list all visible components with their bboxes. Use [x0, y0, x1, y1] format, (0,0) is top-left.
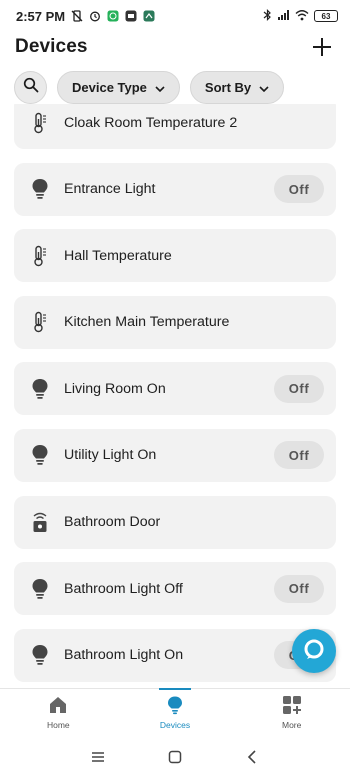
whatsapp-icon — [106, 10, 119, 23]
nav-devices-label: Devices — [159, 720, 191, 730]
vibrate-off-icon — [70, 10, 83, 23]
power-toggle-button[interactable]: Off — [274, 374, 324, 403]
app-icon-2 — [142, 10, 155, 23]
wifi-icon — [295, 9, 309, 24]
thermometer-icon — [30, 111, 50, 135]
thermometer-icon — [30, 310, 50, 334]
device-name: Utility Light On — [64, 447, 157, 464]
home-square-icon[interactable] — [163, 745, 187, 769]
back-icon[interactable] — [240, 745, 264, 769]
device-card[interactable]: Living Room On Off — [14, 362, 336, 416]
nav-more-label: More — [281, 720, 302, 730]
bluetooth-icon — [263, 8, 272, 24]
device-list: Cloak Room Temperature 2 Entrance Light Of… — [14, 104, 336, 688]
door-sensor-icon — [30, 510, 50, 534]
bulb-icon — [30, 577, 50, 601]
devices-bulb-icon — [165, 695, 185, 717]
device-card[interactable]: Cloak Room Temperature 2 — [14, 104, 336, 149]
nav-more[interactable]: More — [233, 689, 350, 736]
search-button[interactable] — [14, 70, 47, 104]
mobile-data-icon — [277, 9, 290, 24]
sort-by-label: Sort By — [204, 79, 252, 95]
device-card[interactable]: Entrance Light Off — [14, 162, 336, 216]
bulb-icon — [30, 643, 50, 667]
search-icon — [23, 77, 39, 98]
alexa-ring-icon — [302, 637, 326, 666]
bulb-icon — [30, 377, 50, 401]
status-left: 2:57 PM — [16, 9, 155, 24]
nav-devices[interactable]: Devices — [117, 689, 234, 736]
battery-icon: 63 — [314, 10, 338, 22]
system-nav-bar — [0, 736, 350, 777]
header: Devices — [0, 32, 350, 62]
filter-bar: Device Type Sort By — [0, 70, 350, 104]
bulb-icon — [30, 443, 50, 467]
grid-plus-icon — [282, 695, 302, 717]
device-name: Bathroom Light Off — [64, 580, 183, 597]
status-time: 2:57 PM — [16, 8, 66, 24]
device-card[interactable]: Bathroom Light Off Off — [14, 562, 336, 616]
nav-home-label: Home — [46, 720, 70, 730]
alarm-icon — [88, 10, 101, 23]
chevron-down-icon — [155, 80, 165, 95]
device-name: Kitchen Main Temperature — [64, 314, 230, 331]
bulb-icon — [30, 177, 50, 201]
thermometer-icon — [30, 244, 50, 268]
bottom-nav: Home Devices More — [0, 688, 350, 736]
device-name: Bathroom Door — [64, 514, 161, 531]
device-card[interactable]: Hall Temperature — [14, 229, 336, 283]
device-name: Hall Temperature — [64, 247, 172, 264]
device-name: Cloak Room Temperature 2 — [64, 114, 238, 131]
status-right: 63 — [263, 8, 338, 24]
device-list-viewport[interactable]: Cloak Room Temperature 2 Entrance Light Of… — [0, 104, 350, 688]
device-type-label: Device Type — [72, 79, 147, 95]
app-icon — [124, 10, 137, 23]
nav-home[interactable]: Home — [0, 689, 117, 736]
power-toggle-button[interactable]: Off — [274, 175, 324, 204]
device-name: Living Room On — [64, 380, 166, 397]
power-toggle-button[interactable]: Off — [274, 441, 324, 470]
plus-icon[interactable] — [309, 34, 335, 60]
device-card[interactable]: Utility Light On Off — [14, 428, 336, 482]
device-name: Entrance Light — [64, 181, 156, 198]
sort-by-filter[interactable]: Sort By — [189, 70, 285, 104]
device-card[interactable]: Bathroom Door — [14, 495, 336, 549]
device-card[interactable]: Bathroom Light OnOff — [14, 628, 336, 682]
alexa-button[interactable] — [292, 629, 336, 673]
power-toggle-button[interactable]: Off — [274, 574, 324, 603]
device-type-filter[interactable]: Device Type — [57, 70, 180, 104]
home-icon — [48, 695, 68, 717]
status-bar: 2:57 PM 63 — [0, 0, 350, 32]
device-card[interactable]: Kitchen Main Temperature — [14, 295, 336, 349]
page-title: Devices — [15, 36, 88, 57]
menu-icon[interactable] — [86, 745, 110, 769]
device-name: Bathroom Light On — [64, 647, 184, 664]
chevron-down-icon — [259, 80, 269, 95]
